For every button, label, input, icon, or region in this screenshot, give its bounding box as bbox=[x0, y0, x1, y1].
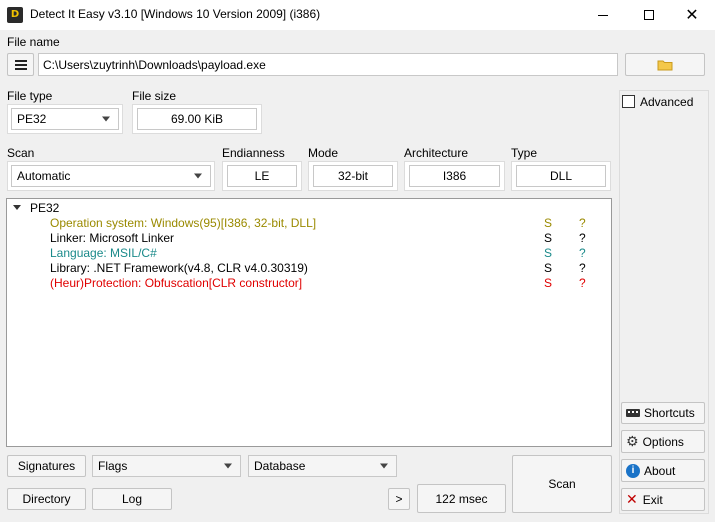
database-value: Database bbox=[254, 459, 306, 473]
mode-label: Mode bbox=[308, 146, 339, 160]
scan-button[interactable]: Scan bbox=[512, 455, 612, 513]
endianness-label: Endianness bbox=[222, 146, 285, 160]
chevron-down-icon bbox=[380, 463, 388, 469]
sig-q-1[interactable]: ? bbox=[579, 231, 586, 246]
gear-icon: ⚙ bbox=[626, 433, 639, 450]
sig-s-4[interactable]: S bbox=[544, 276, 552, 291]
file-name-label: File name bbox=[7, 35, 60, 49]
menu-button[interactable] bbox=[7, 53, 34, 76]
expand-toggle-icon[interactable] bbox=[13, 205, 21, 210]
scan-value: Automatic bbox=[17, 169, 71, 183]
tree-item-linker[interactable]: Linker: Microsoft Linker bbox=[50, 231, 174, 246]
architecture-label: Architecture bbox=[404, 146, 469, 160]
options-label: Options bbox=[642, 434, 684, 449]
sig-q-3[interactable]: ? bbox=[579, 261, 586, 276]
file-path-input[interactable]: C:\Users\zuytrinh\Downloads\payload.exe bbox=[38, 53, 618, 76]
architecture-field: I386 bbox=[409, 165, 500, 187]
scan-time-display: 122 msec bbox=[417, 484, 506, 513]
advanced-checkbox[interactable] bbox=[622, 95, 635, 108]
title-bar: D Detect It Easy v3.10 [Windows 10 Versi… bbox=[0, 0, 715, 30]
list-icon bbox=[14, 58, 27, 72]
keyboard-icon bbox=[626, 409, 640, 417]
file-type-select[interactable]: PE32 bbox=[11, 108, 119, 130]
shortcuts-label: Shortcuts bbox=[644, 406, 695, 420]
directory-button[interactable]: Directory bbox=[7, 488, 86, 510]
chevron-down-icon bbox=[194, 173, 202, 179]
close-icon: ✕ bbox=[626, 491, 638, 508]
maximize-button[interactable] bbox=[626, 0, 672, 30]
chevron-down-icon bbox=[102, 116, 110, 122]
database-select[interactable]: Database bbox=[248, 455, 397, 477]
close-window-button[interactable]: ✕ bbox=[669, 0, 715, 30]
maximize-icon bbox=[644, 10, 654, 20]
file-size-label: File size bbox=[132, 89, 177, 103]
minimize-icon bbox=[598, 14, 608, 16]
results-tree[interactable]: PE32 Operation system: Windows(95)[I386,… bbox=[6, 198, 612, 447]
advanced-label: Advanced bbox=[640, 95, 694, 109]
flags-select[interactable]: Flags bbox=[92, 455, 241, 477]
shortcuts-button[interactable]: Shortcuts bbox=[621, 402, 705, 424]
exit-label: Exit bbox=[642, 492, 663, 507]
folder-icon bbox=[657, 60, 673, 70]
close-window-icon: ✕ bbox=[685, 5, 699, 24]
more-button[interactable]: > bbox=[388, 488, 410, 510]
sig-s-2[interactable]: S bbox=[544, 246, 552, 261]
scan-label: Scan bbox=[7, 146, 35, 160]
tree-item-protection[interactable]: (Heur)Protection: Obfuscation[CLR constr… bbox=[50, 276, 302, 291]
sig-s-3[interactable]: S bbox=[544, 261, 552, 276]
type-label: Type bbox=[511, 146, 538, 160]
mode-field: 32-bit bbox=[313, 165, 393, 187]
options-button[interactable]: ⚙ Options bbox=[621, 430, 705, 453]
about-button[interactable]: i About bbox=[621, 459, 705, 482]
endianness-field: LE bbox=[227, 165, 297, 187]
file-type-value: PE32 bbox=[17, 112, 47, 126]
minimize-button[interactable] bbox=[580, 0, 626, 30]
tree-item-library[interactable]: Library: .NET Framework(v4.8, CLR v4.0.3… bbox=[50, 261, 308, 276]
tree-root-pe32[interactable]: PE32 bbox=[30, 201, 59, 216]
flags-value: Flags bbox=[98, 459, 128, 473]
chevron-down-icon bbox=[224, 463, 232, 469]
file-size-field: 69.00 KiB bbox=[137, 108, 257, 130]
sig-s-1[interactable]: S bbox=[544, 231, 552, 246]
sig-q-0[interactable]: ? bbox=[579, 216, 586, 231]
open-file-button[interactable] bbox=[625, 53, 705, 76]
sig-q-4[interactable]: ? bbox=[579, 276, 586, 291]
exit-button[interactable]: ✕ Exit bbox=[621, 488, 705, 511]
scan-select[interactable]: Automatic bbox=[11, 165, 211, 187]
signatures-button[interactable]: Signatures bbox=[7, 455, 86, 477]
app-icon: D bbox=[7, 7, 23, 23]
tree-item-language[interactable]: Language: MSIL/C# bbox=[50, 246, 157, 261]
info-icon: i bbox=[626, 463, 640, 478]
sig-q-2[interactable]: ? bbox=[579, 246, 586, 261]
about-label: About bbox=[644, 463, 676, 478]
file-type-label: File type bbox=[7, 89, 53, 103]
type-field: DLL bbox=[516, 165, 606, 187]
window-title: Detect It Easy v3.10 [Windows 10 Version… bbox=[30, 7, 321, 21]
sig-s-0[interactable]: S bbox=[544, 216, 552, 231]
log-button[interactable]: Log bbox=[92, 488, 172, 510]
tree-item-os[interactable]: Operation system: Windows(95)[I386, 32-b… bbox=[50, 216, 316, 231]
